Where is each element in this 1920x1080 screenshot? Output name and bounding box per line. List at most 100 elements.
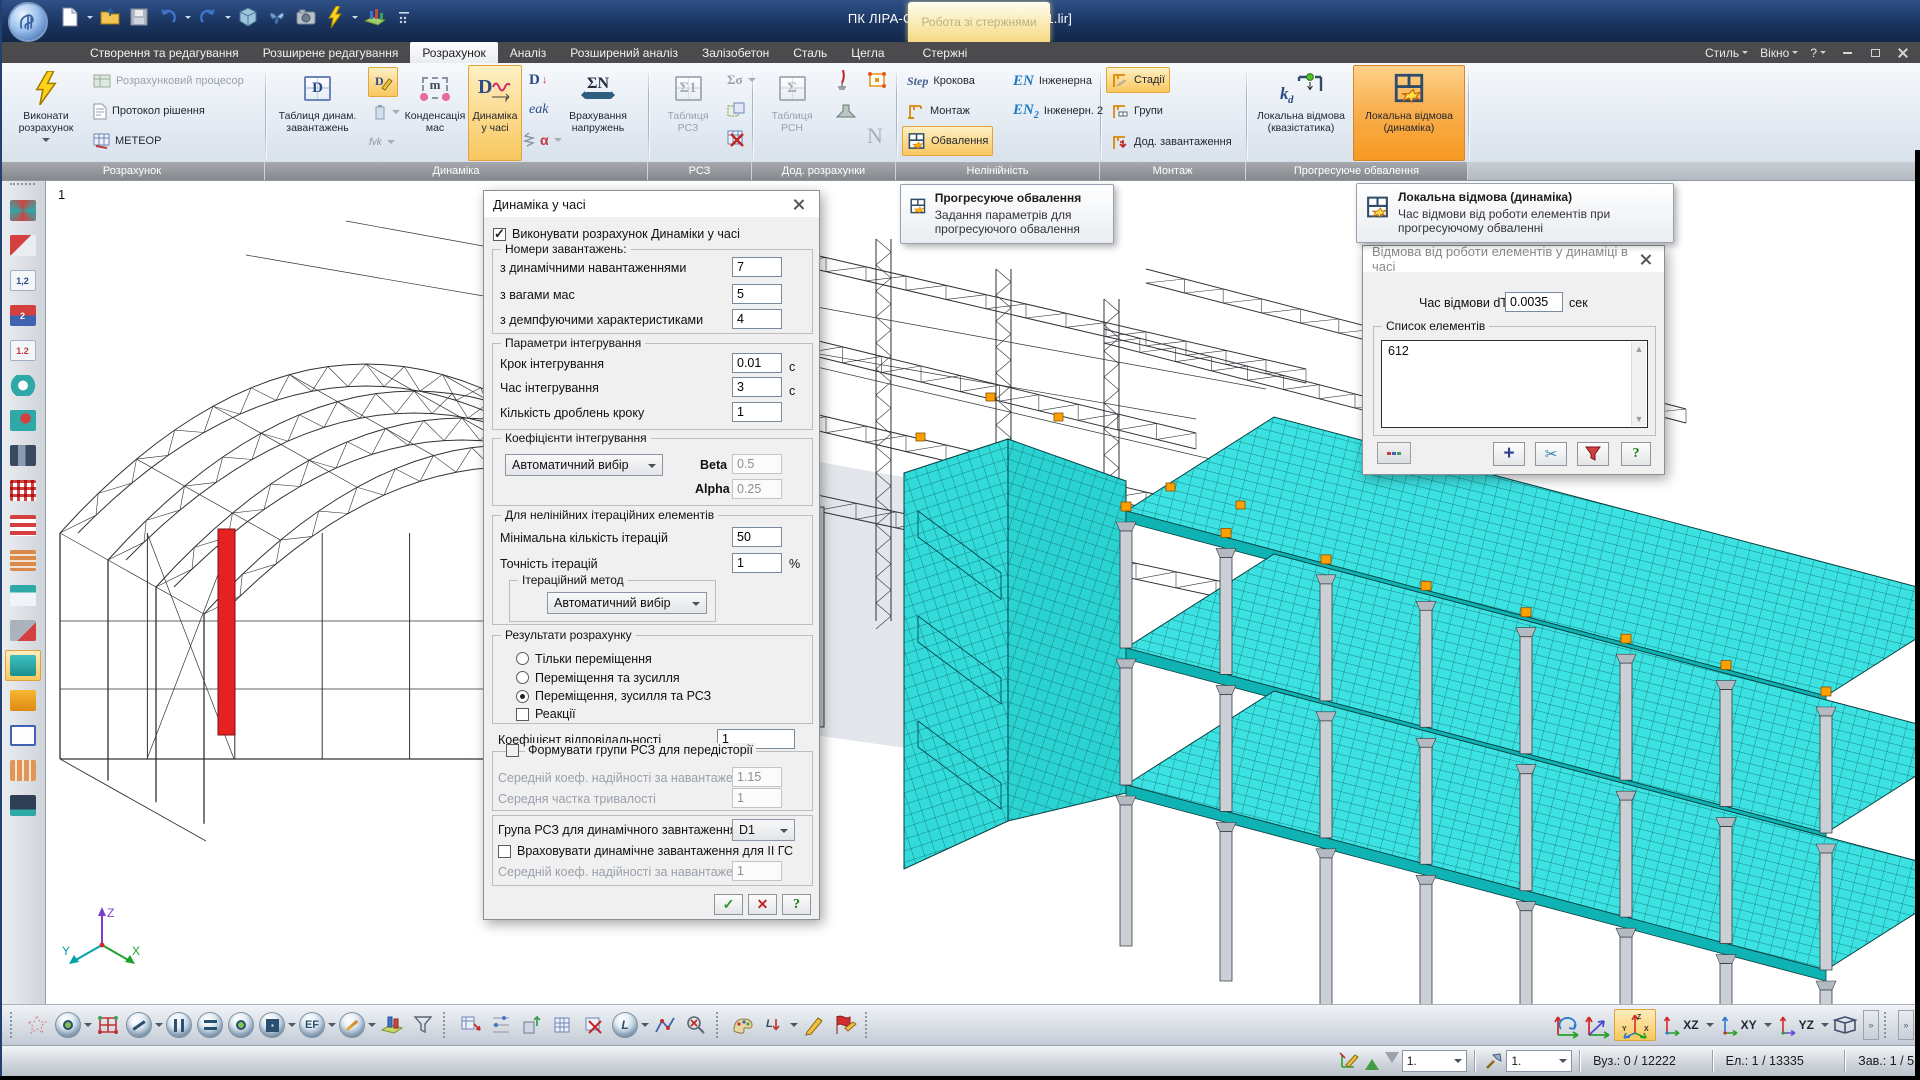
- horizontal-elements-icon[interactable]: [195, 1009, 225, 1041]
- pile-calc-button[interactable]: [830, 67, 856, 93]
- stages-button[interactable]: Стадії: [1106, 67, 1170, 93]
- local-failure-dynamic-button[interactable]: Локальна відмова (динаміка): [1353, 65, 1465, 161]
- tab-calculation[interactable]: Розрахунок: [410, 42, 498, 63]
- rsz-history-checkbox[interactable]: [506, 744, 519, 757]
- integration-time-input[interactable]: [732, 377, 782, 397]
- fragmentation-icon[interactable]: [5, 195, 41, 226]
- coef-method-combo[interactable]: Автоматичний вибір: [505, 454, 663, 476]
- failure-time-input[interactable]: [1505, 292, 1563, 312]
- toolbar-grip[interactable]: [1884, 1012, 1891, 1038]
- mass-weights-input[interactable]: [732, 284, 782, 304]
- xy-caret[interactable]: [1763, 1023, 1772, 1031]
- load-arrow-caret[interactable]: [790, 1023, 798, 1031]
- zoom-clear-icon[interactable]: [681, 1009, 711, 1041]
- decrease-icon[interactable]: [1384, 1052, 1399, 1070]
- rsz-copy-button[interactable]: [722, 97, 750, 123]
- sigma-s-button[interactable]: Σσ: [722, 67, 761, 93]
- plate-icon[interactable]: [5, 685, 41, 716]
- range-button[interactable]: [1377, 442, 1411, 464]
- dynamics-in-time-button[interactable]: Dt Динаміка у часі: [468, 65, 522, 161]
- local-axes-icon[interactable]: 1.2: [5, 335, 41, 366]
- en2-engineering-button[interactable]: EN2 Інженерн. 2: [1008, 98, 1108, 124]
- step-division-input[interactable]: [732, 402, 782, 422]
- reactions-checkbox[interactable]: [516, 708, 529, 721]
- rotate-model-icon[interactable]: [5, 370, 41, 401]
- dynamic-loads-input[interactable]: [732, 257, 782, 277]
- n-force-button[interactable]: N: [862, 123, 888, 149]
- build-tool-icon[interactable]: [1482, 1045, 1506, 1077]
- tab-advanced-analysis[interactable]: Розширений аналіз: [558, 42, 690, 63]
- presentation-icon[interactable]: [5, 790, 41, 821]
- node-numbers-icon[interactable]: 1,2: [5, 265, 41, 296]
- flag-pencil-icon[interactable]: [830, 1009, 860, 1041]
- element-select-icon[interactable]: [124, 1009, 154, 1041]
- mass-condensation-button[interactable]: m Конденсація мас: [400, 65, 470, 161]
- erase-icon[interactable]: [5, 615, 41, 646]
- eak-button[interactable]: eak: [524, 97, 553, 123]
- d-down-button[interactable]: D ↓: [524, 67, 552, 93]
- rotate-select-icon[interactable]: [226, 1009, 256, 1041]
- xz-projection-button[interactable]: XZ: [1657, 1009, 1704, 1041]
- mesh-icon[interactable]: [5, 475, 41, 506]
- dialog2-title-bar[interactable]: Відмова від роботи елементів у динаміці …: [1363, 244, 1664, 274]
- xy-projection-button[interactable]: XY: [1715, 1009, 1763, 1041]
- cut-element-button[interactable]: [1535, 442, 1567, 466]
- building-up-icon[interactable]: [517, 1009, 547, 1041]
- white-panel-icon[interactable]: [5, 720, 41, 751]
- min-iterations-input[interactable]: [732, 527, 782, 547]
- yz-projection-button[interactable]: YZ: [1773, 1009, 1820, 1041]
- meteor-button[interactable]: МЕТЕОР: [88, 128, 166, 154]
- node-select-caret[interactable]: [84, 1023, 92, 1031]
- close-button[interactable]: [1892, 45, 1914, 61]
- list-scrollbar[interactable]: ▲ ▼: [1631, 342, 1646, 426]
- ok-button[interactable]: [714, 894, 743, 915]
- palette-icon[interactable]: [728, 1009, 758, 1041]
- rsz-delete-button[interactable]: [722, 125, 750, 151]
- flag-select-icon[interactable]: [455, 1009, 485, 1041]
- xz-caret[interactable]: [1705, 1023, 1714, 1031]
- vertical-elements-icon[interactable]: [164, 1009, 194, 1041]
- collapse-button[interactable]: Обвалення: [902, 126, 994, 156]
- iteration-method-combo[interactable]: Автоматичний вибір: [547, 592, 707, 614]
- window-menu-item[interactable]: Вікно: [1756, 46, 1802, 60]
- elements-list[interactable]: 612 ▲ ▼: [1381, 340, 1648, 428]
- yz-caret[interactable]: [1821, 1023, 1829, 1031]
- l-filter-icon[interactable]: L: [610, 1009, 640, 1041]
- polyline-icon[interactable]: [650, 1009, 680, 1041]
- dialog-close-icon[interactable]: [788, 194, 810, 214]
- restore-button[interactable]: [1864, 45, 1886, 61]
- help-button[interactable]: [782, 894, 811, 915]
- stress-account-button[interactable]: ΣN Врахування напружень: [551, 65, 645, 161]
- dimensions-icon[interactable]: [5, 405, 41, 436]
- damping-input[interactable]: [732, 309, 782, 329]
- increase-icon[interactable]: [1364, 1052, 1379, 1070]
- rotate-axes-icon[interactable]: [1552, 1009, 1582, 1041]
- edit-dynamics-button[interactable]: D: [368, 67, 398, 97]
- toolbar-grip[interactable]: [865, 1012, 872, 1038]
- draw-filter-icon[interactable]: [337, 1009, 367, 1041]
- solid-view-icon[interactable]: [4, 650, 41, 681]
- pencil-icon[interactable]: [799, 1009, 829, 1041]
- collapse-panel-right[interactable]: »: [1898, 1010, 1914, 1040]
- node-area-button[interactable]: [862, 67, 892, 93]
- style-menu[interactable]: Стиль: [1701, 46, 1752, 60]
- rsz-table-button[interactable]: Σ1 Таблиця РСЗ: [656, 65, 720, 161]
- l-filter-caret[interactable]: [641, 1023, 649, 1031]
- tab-reinforced-concrete[interactable]: Залізобетон: [690, 42, 781, 63]
- mode-combo[interactable]: 1.: [1506, 1050, 1573, 1072]
- groups-button[interactable]: Групи: [1106, 98, 1168, 124]
- brick-wall-icon[interactable]: [5, 545, 41, 576]
- montage-nonlinear-button[interactable]: Монтаж: [902, 98, 975, 124]
- load-case-combo[interactable]: 1.: [1401, 1050, 1468, 1072]
- node-grid-icon[interactable]: [486, 1009, 516, 1041]
- tab-creation[interactable]: Створення та редагування: [78, 42, 251, 63]
- local-failure-quasistatic-button[interactable]: kd Локальна відмова (квазістатика): [1251, 65, 1351, 161]
- rsz-group-combo[interactable]: D1: [732, 819, 795, 841]
- node-select-icon[interactable]: [53, 1009, 83, 1041]
- toolbar-grip[interactable]: [10, 1012, 17, 1038]
- results-mode-icon[interactable]: [5, 230, 41, 261]
- help2-button[interactable]: [1621, 442, 1651, 466]
- load-arrow-icon[interactable]: L: [759, 1009, 789, 1041]
- isometric-view-button[interactable]: Z Y X: [1614, 1009, 1657, 1041]
- filter-button[interactable]: [1577, 442, 1609, 466]
